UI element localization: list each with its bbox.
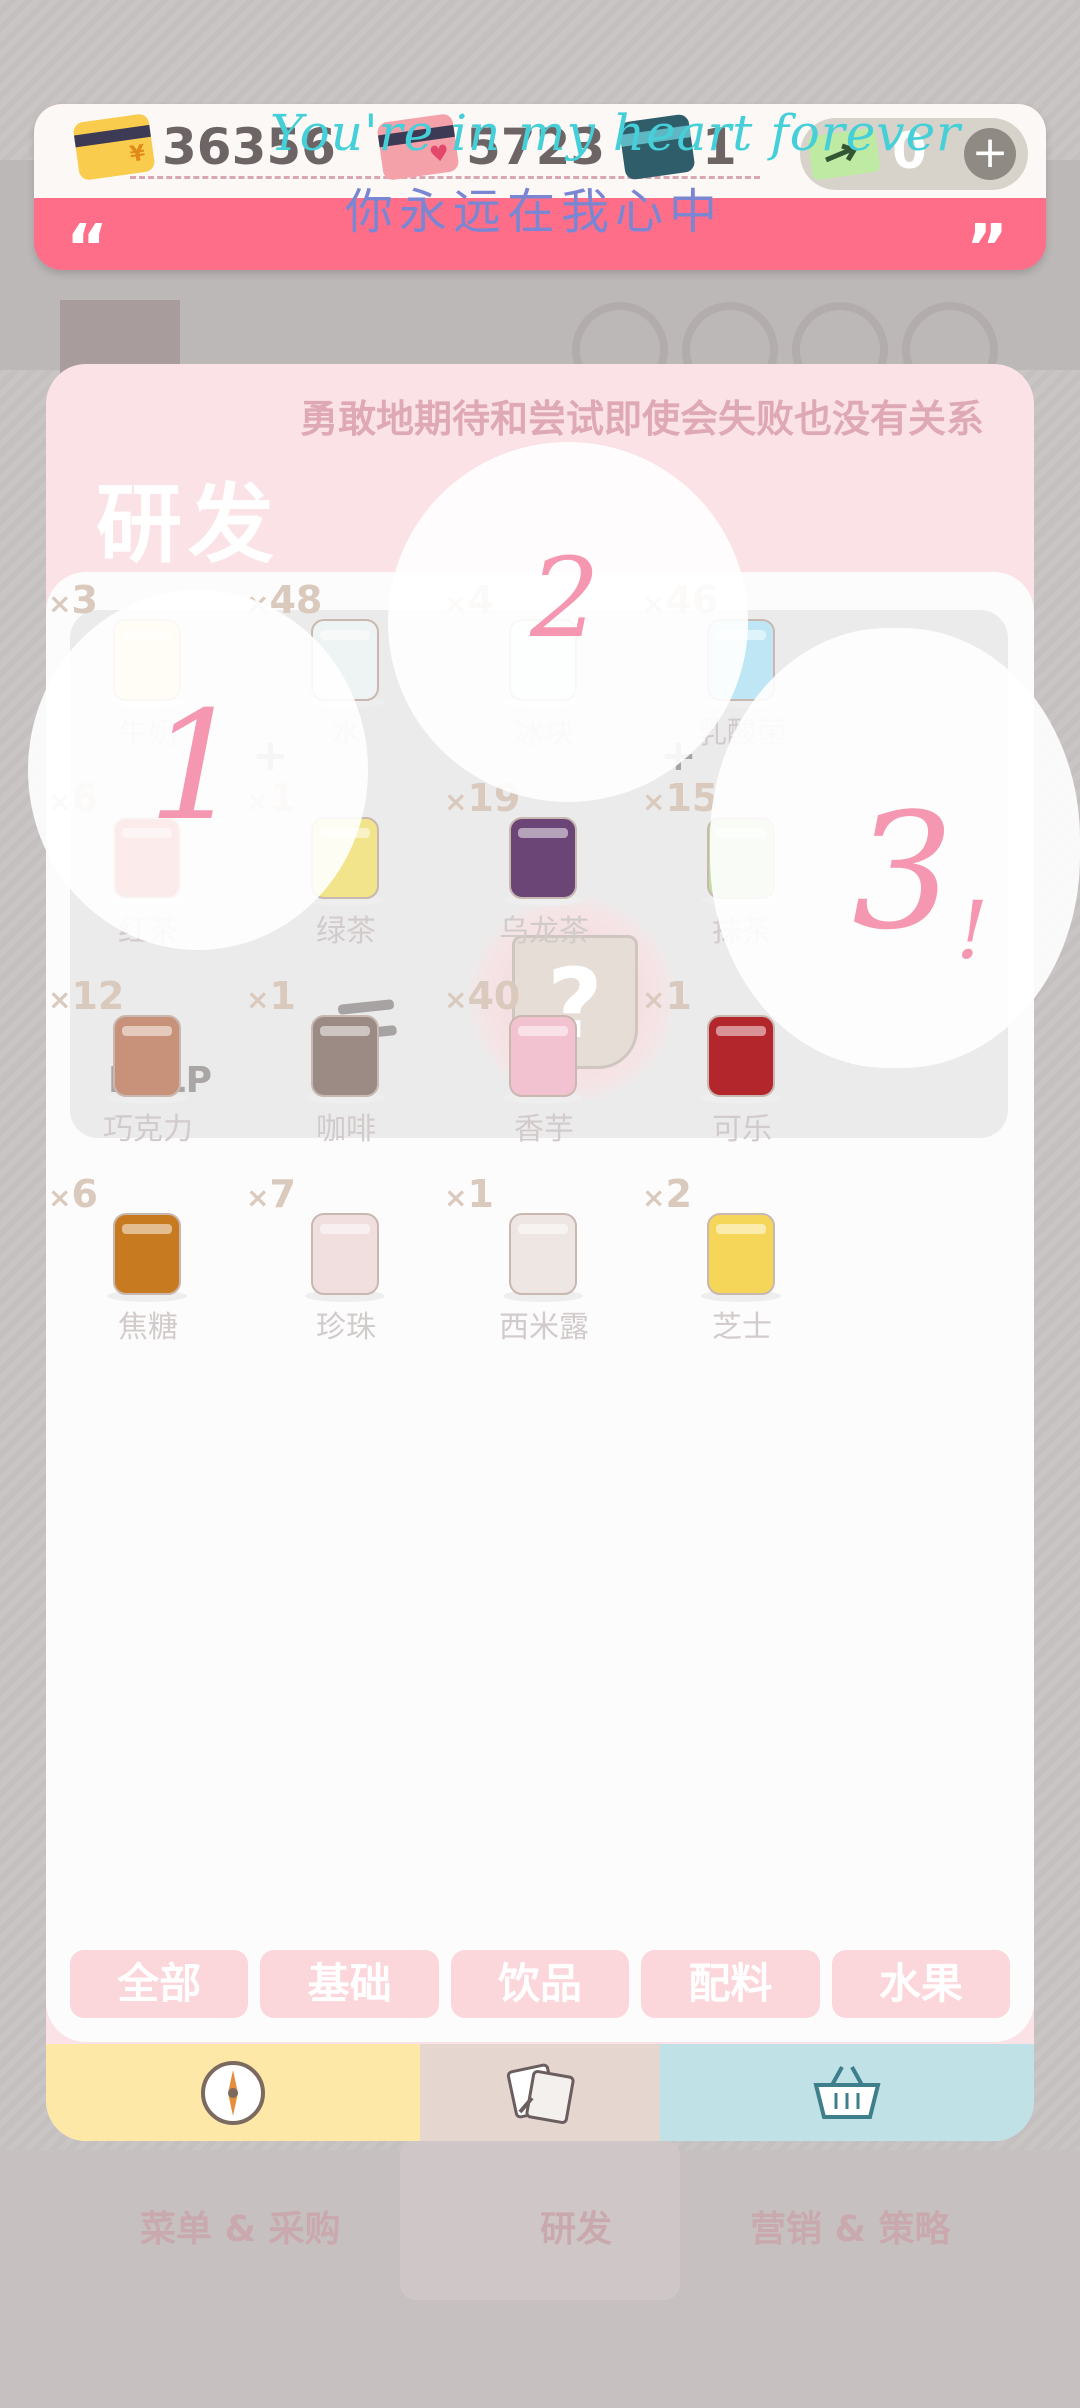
hint-bubble-3: 3 !: [710, 628, 1080, 1068]
oolong-tin-icon: [488, 800, 598, 910]
ingredient-qty: ×1: [642, 974, 692, 1018]
compass-icon: [201, 2060, 265, 2125]
taro-cup-icon: [488, 998, 598, 1108]
filter-tab[interactable]: 水果: [831, 1950, 1011, 2018]
ingredient-name: 咖啡: [316, 1112, 376, 1147]
ingredient-qty: ×1: [246, 974, 296, 1018]
filter-tab[interactable]: 饮品: [450, 1950, 630, 2018]
ingredient-qty: ×7: [246, 1172, 296, 1216]
close-quote: ”: [966, 212, 1009, 286]
ingredient-name: 乌龙茶: [499, 914, 589, 949]
sago-cup-icon: [488, 1196, 598, 1306]
nav-tab-research[interactable]: [420, 2044, 660, 2141]
pearl-cup-icon: [290, 1196, 400, 1306]
nav-tab-shop[interactable]: [660, 2044, 1034, 2141]
ingredient-item[interactable]: ×1 咖啡: [246, 974, 446, 1158]
coffee-bag-icon: [290, 998, 400, 1108]
basket-icon: [813, 2065, 881, 2119]
ingredient-qty: ×3: [48, 578, 98, 622]
notes-icon: [506, 2063, 575, 2124]
bottom-nav: [46, 2044, 1034, 2141]
ingredient-name: 西米露: [499, 1310, 589, 1345]
filter-tab[interactable]: 全部: [70, 1950, 249, 2018]
ingredient-item[interactable]: ×19 乌龙茶: [444, 776, 644, 960]
ingredient-item[interactable]: ×12 巧克力: [48, 974, 248, 1158]
bg-tab-research: 研发: [540, 2209, 613, 2250]
panel-motto: 勇敢地期待和尝试即使会失败也没有关系: [299, 397, 984, 441]
ingredient-item[interactable]: ×1 西米露: [444, 1172, 644, 1356]
add-currency-button[interactable]: +: [964, 128, 1016, 180]
open-quote: “: [66, 212, 109, 286]
ingredient-name: 珍珠: [316, 1310, 376, 1345]
panel-title: 研发: [96, 475, 280, 575]
ingredient-item[interactable]: ×6 焦糖: [48, 1172, 248, 1356]
hint-bubble-1: 1: [28, 590, 368, 950]
ingredient-name: 芝士: [712, 1310, 772, 1345]
filter-tab[interactable]: 基础: [260, 1950, 439, 2018]
ingredient-qty: ×2: [642, 1172, 692, 1216]
ingredient-item[interactable]: ×40 香芋: [444, 974, 644, 1158]
nav-tab-menu[interactable]: [46, 2044, 420, 2141]
caramel-jar-icon: [92, 1196, 202, 1306]
ingredient-item[interactable]: ×7 珍珠: [246, 1172, 446, 1356]
ingredient-qty: ×6: [48, 1172, 98, 1216]
cheese-plate-icon: [686, 1196, 796, 1306]
ingredient-name: 巧克力: [103, 1112, 193, 1147]
bg-tab-marketing: 营销 & 策略: [750, 2209, 951, 2250]
hint-number-1: 1: [148, 680, 244, 854]
lyric-english: You're in my heart forever: [270, 104, 962, 162]
hint-number-2: 2: [530, 534, 600, 662]
chocolate-bag-icon: [92, 998, 202, 1108]
ingredient-name: 焦糖: [118, 1310, 178, 1345]
filter-tab[interactable]: 配料: [641, 1950, 820, 2018]
ingredient-name: 可乐: [712, 1112, 772, 1147]
bg-tab-menu: 菜单 & 采购: [140, 2209, 341, 2250]
filter-tabs: 全部 基础 饮品 配料 水果: [70, 1950, 1011, 2020]
ingredient-qty: ×1: [444, 1172, 494, 1216]
hint-number-3: 3: [852, 778, 954, 965]
hint-exclaim: !: [956, 884, 989, 977]
ingredient-name: 香芋: [514, 1112, 574, 1147]
coin-card-icon: ¥: [72, 112, 156, 182]
ingredient-item[interactable]: ×2 芝士: [642, 1172, 842, 1356]
lyric-chinese: 你永远在我心中: [345, 184, 724, 240]
hint-bubble-2: 2: [388, 442, 748, 802]
